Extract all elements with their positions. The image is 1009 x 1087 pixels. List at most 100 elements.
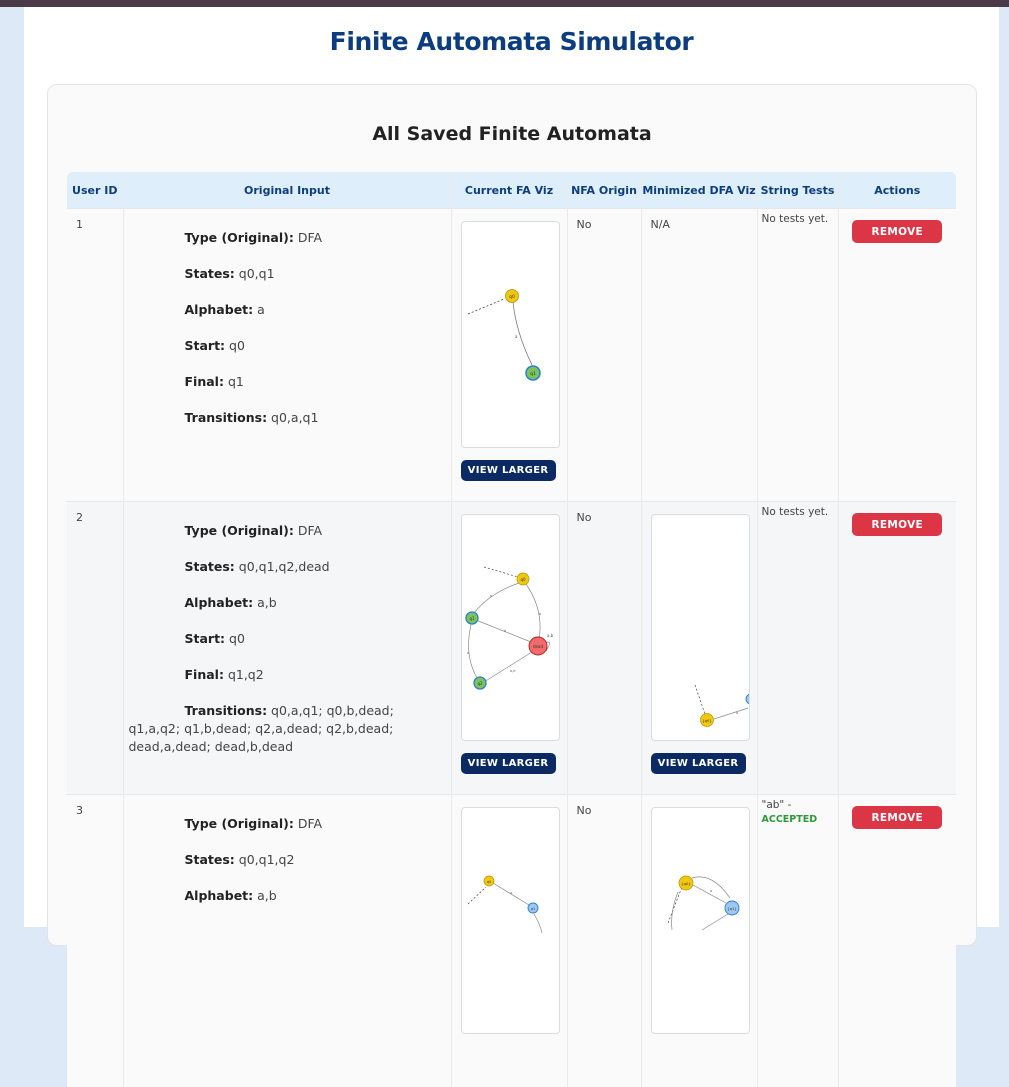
alphabet-field: Alphabet: a xyxy=(129,301,441,319)
state-label: {q1} xyxy=(727,906,737,911)
alphabet-field: Alphabet: a,b xyxy=(129,594,441,612)
fa-graph-viz[interactable]: a q0 q1 xyxy=(461,807,560,1034)
states-label: States: xyxy=(185,559,235,574)
state-node xyxy=(746,694,749,704)
header-string-tests[interactable]: String Tests xyxy=(757,172,838,209)
view-larger-button[interactable]: VIEW LARGER xyxy=(461,753,556,774)
nfa-origin-cell: No xyxy=(567,502,641,795)
states-label: States: xyxy=(185,266,235,281)
transition-edge xyxy=(468,625,476,678)
minimized-dfa-graph-viz[interactable]: a {q0} xyxy=(651,514,750,741)
transition-edge xyxy=(526,584,540,640)
current-fa-viz-cell: a q0 q1 xyxy=(451,795,567,1087)
table-row: 3 Type (Original): DFA States: q0,q1,q2 … xyxy=(67,795,956,1087)
original-input-cell: Type (Original): DFA States: q0,q1,q2,de… xyxy=(123,502,451,795)
edge-label: a xyxy=(736,711,738,715)
header-original-input[interactable]: Original Input xyxy=(123,172,451,209)
transition-edge xyxy=(484,652,532,682)
actions-cell: REMOVE xyxy=(838,502,956,795)
user-id-cell: 1 xyxy=(67,209,123,502)
transition-edge xyxy=(714,708,748,719)
table-row: 2 Type (Original): DFA States: q0,q1,q2,… xyxy=(67,502,956,795)
edge-label: a xyxy=(490,594,492,598)
alphabet-label: Alphabet: xyxy=(185,888,254,903)
minimized-dfa-graph-viz[interactable]: a {q0} {q1} xyxy=(651,807,750,1034)
start-arrow xyxy=(468,887,486,904)
automata-table: User ID Original Input Current FA Viz NF… xyxy=(67,172,956,1087)
start-value: q0 xyxy=(229,338,245,353)
alphabet-value: a xyxy=(257,302,265,317)
header-actions[interactable]: Actions xyxy=(838,172,956,209)
transitions-value: q0,a,q1 xyxy=(271,410,318,425)
saved-automata-card: All Saved Finite Automata User ID Origin… xyxy=(47,84,977,946)
start-arrow xyxy=(484,567,518,577)
minimized-dfa-cell: a {q0} {q1} xyxy=(641,795,757,1087)
edge-label: a,b xyxy=(547,633,554,638)
original-input-cell: Type (Original): DFA States: q0,q1 Alpha… xyxy=(123,209,451,502)
section-title: All Saved Finite Automata xyxy=(48,123,976,145)
start-value: q0 xyxy=(229,631,245,646)
table-row: 1 Type (Original): DFA States: q0,q1 Alp… xyxy=(67,209,956,502)
type-field: Type (Original): DFA xyxy=(129,815,441,833)
window-top-bar xyxy=(0,0,1009,7)
alphabet-label: Alphabet: xyxy=(185,302,254,317)
transitions-field: Transitions: q0,a,q1; q0,b,dead; q1,a,q2… xyxy=(129,702,441,756)
state-label: q0 xyxy=(520,577,526,582)
state-label: q2 xyxy=(477,681,483,686)
transition-edge xyxy=(693,885,726,903)
header-user-id[interactable]: User ID xyxy=(67,172,123,209)
start-field: Start: q0 xyxy=(129,630,441,648)
fa-graph-viz[interactable]: a q0 q1 xyxy=(461,221,560,448)
states-field: States: q0,q1,q2 xyxy=(129,851,441,869)
nfa-origin-cell: No xyxy=(567,795,641,1087)
header-nfa-origin[interactable]: NFA Origin xyxy=(567,172,641,209)
state-label: q0 xyxy=(509,294,515,300)
page-container: Finite Automata Simulator All Saved Fini… xyxy=(24,7,999,927)
header-current-fa-viz[interactable]: Current FA Viz xyxy=(451,172,567,209)
final-value: q1 xyxy=(228,374,244,389)
original-input-cell: Type (Original): DFA States: q0,q1,q2 Al… xyxy=(123,795,451,1087)
transition-edge xyxy=(671,892,677,930)
states-label: States: xyxy=(185,852,235,867)
start-arrow xyxy=(468,299,504,314)
states-value: q0,q1,q2,dead xyxy=(239,559,330,574)
remove-button[interactable]: REMOVE xyxy=(852,513,942,536)
view-larger-button[interactable]: VIEW LARGER xyxy=(461,460,556,481)
string-tests-cell: No tests yet. xyxy=(757,209,838,502)
alphabet-value: a,b xyxy=(257,888,277,903)
edge-label: a xyxy=(510,891,512,895)
fa-graph-viz[interactable]: a b b a a,b a,b q0 q1 xyxy=(461,514,560,741)
type-value: DFA xyxy=(298,816,322,831)
edge-label: a xyxy=(710,889,712,893)
type-label: Type (Original): xyxy=(185,230,294,245)
type-field: Type (Original): DFA xyxy=(129,522,441,540)
app-title: Finite Automata Simulator xyxy=(24,27,999,56)
transitions-label: Transitions: xyxy=(185,703,268,718)
final-label: Final: xyxy=(185,667,224,682)
edge-label: a,b xyxy=(510,669,516,673)
table-header-row: User ID Original Input Current FA Viz NF… xyxy=(67,172,956,209)
actions-cell: REMOVE xyxy=(838,795,956,1087)
type-field: Type (Original): DFA xyxy=(129,229,441,247)
final-label: Final: xyxy=(185,374,224,389)
alphabet-value: a,b xyxy=(257,595,277,610)
state-label: q1 xyxy=(530,907,534,911)
minimized-dfa-cell: a {q0} VIEW LARGER xyxy=(641,502,757,795)
transition-edge xyxy=(702,914,728,930)
header-minimized-dfa-viz[interactable]: Minimized DFA Viz xyxy=(641,172,757,209)
transition-edge xyxy=(474,583,519,613)
actions-cell: REMOVE xyxy=(838,209,956,502)
start-label: Start: xyxy=(185,631,226,646)
state-label: q0 xyxy=(486,880,490,884)
final-value: q1,q2 xyxy=(228,667,264,682)
string-tests-cell: "ab" - ACCEPTED xyxy=(757,795,838,1087)
remove-button[interactable]: REMOVE xyxy=(852,806,942,829)
start-label: Start: xyxy=(185,338,226,353)
state-label: {q0} xyxy=(681,881,691,886)
start-arrow xyxy=(668,887,682,923)
edge-label: a xyxy=(467,651,469,655)
current-fa-viz-cell: a b b a a,b a,b q0 q1 xyxy=(451,502,567,795)
remove-button[interactable]: REMOVE xyxy=(852,220,942,243)
view-larger-button[interactable]: VIEW LARGER xyxy=(651,753,746,774)
current-fa-viz-cell: a q0 q1 VIEW LARGER xyxy=(451,209,567,502)
